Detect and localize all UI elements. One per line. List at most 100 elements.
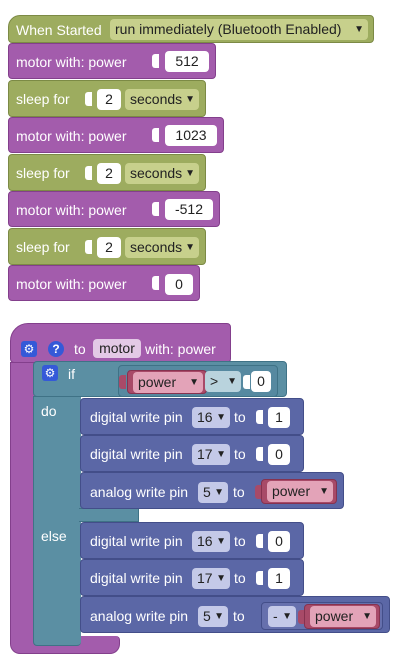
variable-name: power: [315, 608, 354, 624]
variable-dropdown[interactable]: power ▼: [310, 606, 376, 627]
pin-dropdown[interactable]: 5 ▼: [198, 482, 228, 503]
negate-operator-value: -: [273, 608, 278, 624]
to-label: to: [233, 484, 245, 500]
pin-dropdown[interactable]: 17 ▼: [192, 568, 230, 589]
time-unit-dropdown[interactable]: seconds ▼: [125, 237, 199, 258]
compare-value-input[interactable]: 0: [251, 371, 271, 392]
variable-name: power: [272, 483, 311, 499]
digital-write-label: digital write pin: [90, 533, 183, 549]
operator-dropdown[interactable]: > ▼: [205, 371, 241, 392]
pin-value: 16: [197, 409, 213, 425]
run-mode-value: run immediately (Bluetooth Enabled): [115, 21, 342, 37]
else-label: else: [41, 528, 67, 544]
motor-call-label: motor with: power: [16, 128, 127, 144]
sleep-duration-input[interactable]: 2: [97, 163, 121, 184]
help-icon[interactable]: ?: [48, 341, 64, 357]
digital-write-block[interactable]: digital write pin 16 ▼ to 0: [80, 522, 304, 559]
variable-dropdown[interactable]: power ▼: [133, 372, 203, 393]
power-value-input[interactable]: 1023: [165, 125, 217, 146]
variable-power-block[interactable]: power ▼: [127, 370, 207, 394]
digital-write-block[interactable]: digital write pin 17 ▼ to 0: [80, 435, 304, 472]
when-started-label: When Started: [16, 22, 102, 38]
variable-name: power: [138, 374, 177, 390]
variable-power-block[interactable]: power ▼: [304, 604, 380, 629]
chevron-down-icon: ▼: [214, 487, 224, 498]
compare-block[interactable]: power ▼ > ▼ 0: [118, 365, 278, 397]
to-label: to: [234, 533, 246, 549]
chevron-down-icon: ▼: [216, 449, 226, 460]
power-value-input[interactable]: 512: [165, 51, 209, 72]
power-value-input[interactable]: -512: [165, 199, 213, 220]
do-label: do: [41, 403, 57, 419]
when-started-block[interactable]: When Started run immediately (Bluetooth …: [8, 15, 374, 43]
run-mode-dropdown[interactable]: run immediately (Bluetooth Enabled) ▼: [110, 19, 368, 40]
procedure-name-input[interactable]: motor: [93, 339, 141, 358]
pin-value: 17: [197, 570, 213, 586]
chevron-down-icon: ▼: [185, 242, 195, 253]
time-unit-value: seconds: [130, 91, 183, 107]
negate-operator-dropdown[interactable]: - ▼: [268, 606, 296, 627]
pin-value: 5: [203, 484, 211, 500]
analog-write-label: analog write pin: [90, 608, 189, 624]
procedure-to-label: to: [74, 341, 86, 357]
time-unit-dropdown[interactable]: seconds ▼: [125, 163, 199, 184]
to-label: to: [234, 446, 246, 462]
pin-dropdown[interactable]: 16 ▼: [192, 531, 230, 552]
pin-value-input[interactable]: 1: [268, 568, 290, 589]
sleep-duration-input[interactable]: 2: [97, 237, 121, 258]
digital-write-block[interactable]: digital write pin 16 ▼ to 1: [80, 398, 304, 435]
sleep-duration-input[interactable]: 2: [97, 89, 121, 110]
pin-dropdown[interactable]: 5 ▼: [198, 606, 228, 627]
motor-call-block[interactable]: motor with: power 0: [8, 265, 200, 301]
motor-call-block[interactable]: motor with: power 1023: [8, 117, 224, 153]
chevron-down-icon: ▼: [319, 486, 329, 497]
pin-value: 17: [197, 446, 213, 462]
gear-icon[interactable]: ⚙: [21, 341, 37, 357]
analog-write-block[interactable]: analog write pin 5 ▼ to power ▼: [80, 472, 344, 509]
pin-value-input[interactable]: 0: [268, 531, 290, 552]
chevron-down-icon: ▼: [362, 611, 372, 622]
procedure-definition-block[interactable]: ⚙ ? to motor with: power: [10, 323, 231, 363]
analog-write-block[interactable]: analog write pin 5 ▼ to - ▼ power ▼: [80, 596, 390, 633]
sleep-label: sleep for: [16, 165, 70, 181]
sleep-block[interactable]: sleep for 2 seconds ▼: [8, 80, 206, 117]
if-else-middle: [79, 508, 139, 522]
motor-call-label: motor with: power: [16, 54, 127, 70]
sleep-label: sleep for: [16, 239, 70, 255]
chevron-down-icon: ▼: [185, 168, 195, 179]
motor-call-label: motor with: power: [16, 202, 127, 218]
digital-write-block[interactable]: digital write pin 17 ▼ to 1: [80, 559, 304, 596]
pin-value-input[interactable]: 0: [268, 444, 290, 465]
to-label: to: [234, 570, 246, 586]
chevron-down-icon: ▼: [185, 94, 195, 105]
digital-write-label: digital write pin: [90, 446, 183, 462]
time-unit-value: seconds: [130, 165, 183, 181]
motor-call-block[interactable]: motor with: power -512: [8, 191, 220, 227]
digital-write-label: digital write pin: [90, 570, 183, 586]
chevron-down-icon: ▼: [216, 536, 226, 547]
power-value-input[interactable]: 0: [165, 274, 193, 295]
time-unit-dropdown[interactable]: seconds ▼: [125, 89, 199, 110]
analog-write-label: analog write pin: [90, 484, 189, 500]
chevron-down-icon: ▼: [354, 24, 364, 35]
sleep-block[interactable]: sleep for 2 seconds ▼: [8, 154, 206, 191]
time-unit-value: seconds: [130, 239, 183, 255]
motor-call-block[interactable]: motor with: power 512: [8, 43, 216, 79]
chevron-down-icon: ▼: [216, 412, 226, 423]
variable-dropdown[interactable]: power ▼: [267, 481, 333, 502]
pin-dropdown[interactable]: 16 ▼: [192, 407, 230, 428]
chevron-down-icon: ▼: [216, 573, 226, 584]
sleep-block[interactable]: sleep for 2 seconds ▼: [8, 228, 206, 265]
sleep-label: sleep for: [16, 91, 70, 107]
motor-call-label: motor with: power: [16, 276, 127, 292]
variable-power-block[interactable]: power ▼: [261, 479, 337, 504]
gear-icon[interactable]: ⚙: [42, 365, 58, 381]
pin-value: 5: [203, 608, 211, 624]
digital-write-label: digital write pin: [90, 409, 183, 425]
to-label: to: [233, 608, 245, 624]
pin-dropdown[interactable]: 17 ▼: [192, 444, 230, 465]
negate-block[interactable]: - ▼ power ▼: [261, 602, 383, 630]
operator-value: >: [210, 373, 219, 389]
pin-value-input[interactable]: 1: [268, 407, 290, 428]
if-label: if: [68, 366, 75, 382]
